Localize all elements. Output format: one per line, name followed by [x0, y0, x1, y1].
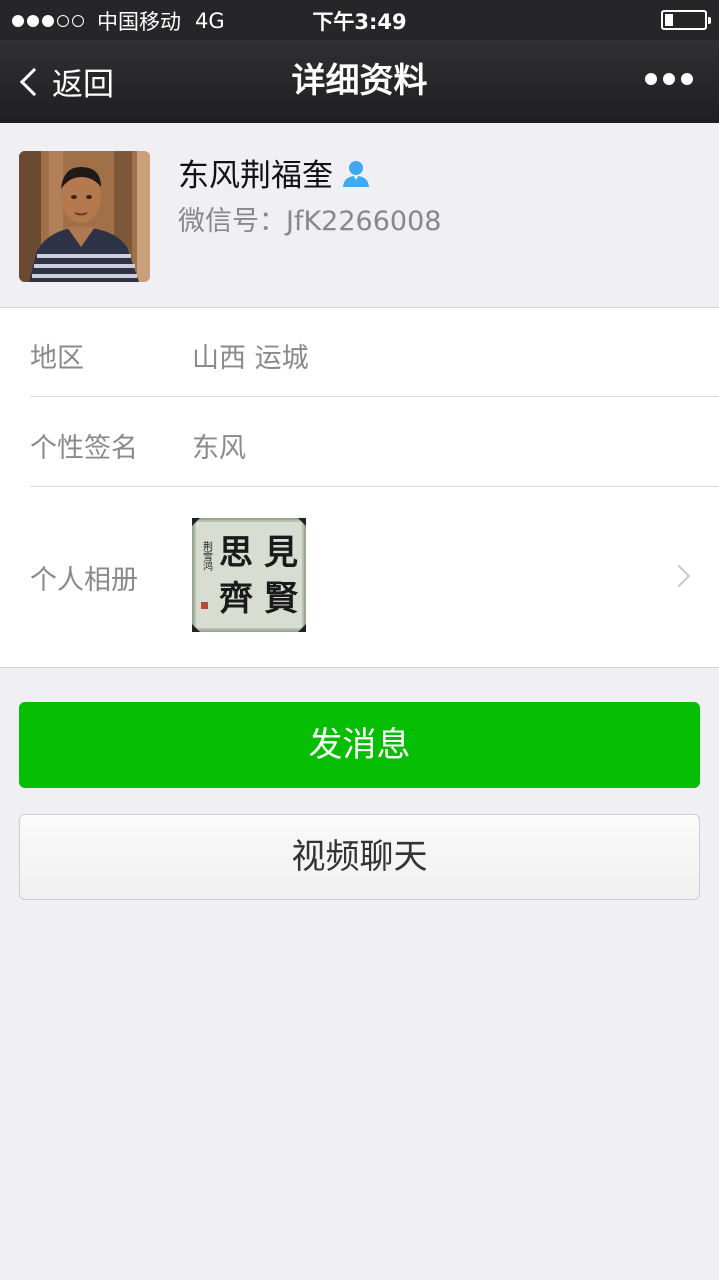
- video-chat-button[interactable]: 视频聊天: [19, 814, 700, 900]
- profile-info-list: 地区 山西 运城 个性签名 东风 个人相册 見 賢 思 齊 荆雪鸿: [0, 308, 719, 668]
- calligraphy-char-3: 思: [219, 533, 253, 573]
- profile-name: 东风荆福奎: [178, 158, 333, 194]
- list-item-region: 地区 山西 运城: [0, 308, 719, 397]
- send-message-button[interactable]: 发消息: [19, 702, 700, 788]
- status-bar: 中国移动 4G 下午3:49: [0, 0, 719, 40]
- region-value: 山西 运城: [192, 343, 309, 374]
- wechat-id: 微信号：JfK2266008: [178, 206, 442, 237]
- contact-person-icon: [341, 158, 371, 188]
- region-label: 地区: [30, 343, 84, 374]
- calligraphy-signature: 荆雪鸿: [201, 540, 213, 572]
- calligraphy-char-1: 見: [264, 533, 298, 573]
- status-time: 下午3:49: [312, 10, 407, 34]
- page-title: 详细资料: [291, 61, 428, 101]
- navigation-bar: 返回 详细资料: [0, 40, 719, 123]
- album-label: 个人相册: [30, 565, 138, 596]
- list-item-album[interactable]: 个人相册: [0, 487, 719, 668]
- list-item-signature: 个性签名 东风: [0, 397, 719, 487]
- calligraphy-char-2: 賢: [264, 579, 299, 619]
- more-dots-icon[interactable]: [639, 73, 693, 85]
- avatar[interactable]: [19, 151, 150, 282]
- signature-value: 东风: [192, 433, 246, 464]
- album-thumbnail[interactable]: 見 賢 思 齊 荆雪鸿: [192, 518, 306, 632]
- name-row: 东风荆福奎: [178, 150, 371, 195]
- battery-icon: [661, 10, 711, 30]
- signature-label: 个性签名: [30, 433, 138, 464]
- seal-stamp-icon: [201, 602, 208, 609]
- calligraphy-char-4: 齊: [219, 579, 253, 619]
- profile-header: 东风荆福奎 微信号：JfK2266008: [0, 123, 719, 308]
